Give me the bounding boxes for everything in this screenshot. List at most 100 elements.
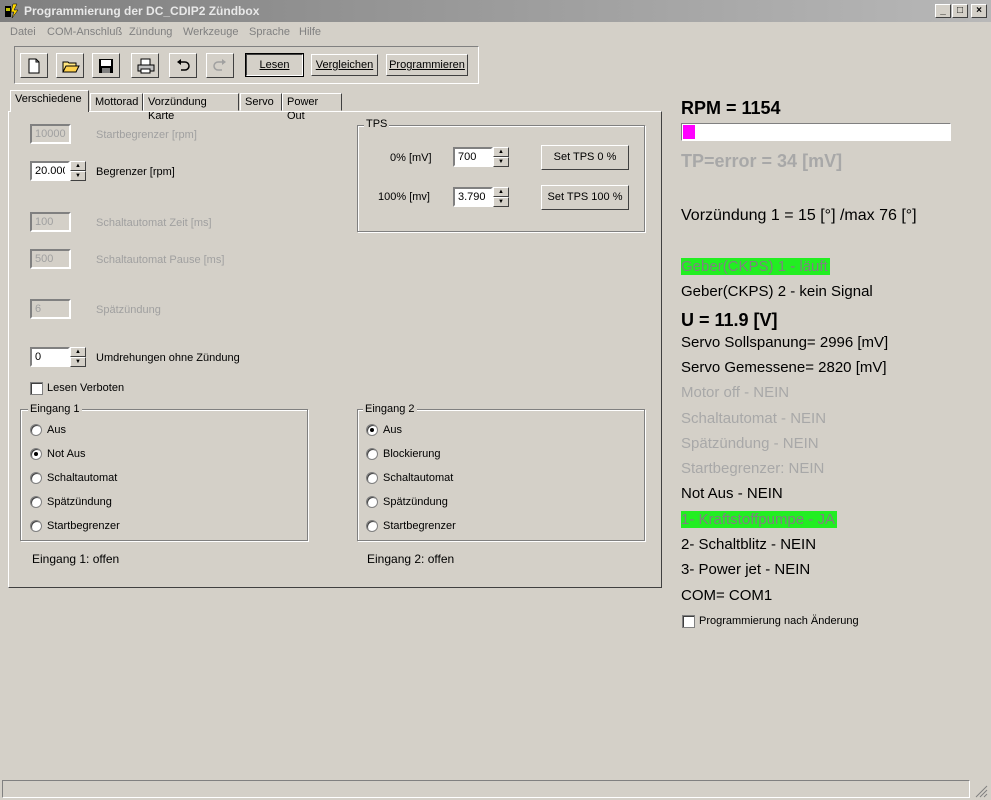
minimize-button[interactable]: _: [935, 4, 951, 18]
eingang1-radio-schaltautomat[interactable]: [30, 472, 42, 484]
tab-vorzuendung-karte[interactable]: Vorzündung Karte: [143, 93, 239, 122]
spaetzuendung-input[interactable]: [30, 299, 71, 319]
voltage-readout: U = 11.9 [V]: [681, 310, 778, 330]
com-status: COM= COM1: [681, 587, 773, 604]
menu-datei[interactable]: Datei: [10, 26, 36, 38]
eingang1-label-schaltautomat: Schaltautomat: [47, 472, 118, 484]
eingang2-radio-schaltautomat[interactable]: [366, 472, 378, 484]
menu-com-anschluss[interactable]: COM-Anschluß: [47, 26, 122, 38]
print-icon: [137, 58, 155, 74]
spin-up-icon[interactable]: ▲: [493, 147, 509, 157]
title-bar: Programmierung der DC_CDIP2 Zündbox _ □ …: [0, 0, 991, 22]
menu-hilfe[interactable]: Hilfe: [299, 26, 321, 38]
tab-power-out[interactable]: Power Out: [282, 93, 342, 122]
status-bar: [0, 778, 991, 800]
open-folder-icon: [62, 61, 80, 73]
redo-icon: [213, 59, 226, 71]
umdrehungen-spinner[interactable]: ▲ ▼: [70, 347, 86, 367]
eingang2-status: Eingang 2: offen: [367, 552, 455, 566]
motor-off-status: Motor off - NEIN: [681, 384, 790, 401]
menu-sprache[interactable]: Sprache: [249, 26, 290, 38]
spin-down-icon[interactable]: ▼: [493, 197, 509, 207]
eingang2-label-blockierung: Blockierung: [383, 448, 441, 460]
powerjet-status: 3- Power jet - NEIN: [681, 561, 811, 578]
eingang2-label-spaetzuendung: Spätzündung: [383, 496, 448, 508]
eingang2-title: Eingang 2: [363, 403, 417, 415]
programmieren-button[interactable]: Programmieren: [386, 54, 468, 76]
save-icon: [99, 59, 113, 73]
startbegrenzer-label: Startbegrenzer [rpm]: [96, 129, 197, 141]
umdrehungen-input[interactable]: [30, 347, 70, 367]
menu-zuendung[interactable]: Zündung: [129, 26, 172, 38]
tps-100-input[interactable]: [453, 187, 493, 207]
spaetzuendung-status: Spätzündung - NEIN: [681, 435, 819, 452]
rpm-progress-bar: [681, 123, 951, 141]
vergleichen-button[interactable]: Vergleichen: [311, 54, 378, 76]
schaltautomat-zeit-input[interactable]: [30, 212, 71, 232]
eingang2-label-aus: Aus: [383, 424, 402, 436]
tps-group-title: TPS: [364, 118, 390, 130]
eingang1-label-startbegrenzer: Startbegrenzer: [47, 520, 120, 532]
programmierung-nach-aenderung-label: Programmierung nach Änderung: [699, 615, 859, 627]
print-button[interactable]: [131, 53, 159, 78]
schaltautomat-pause-input[interactable]: [30, 249, 71, 269]
eingang2-radio-blockierung[interactable]: [366, 448, 378, 460]
new-file-button[interactable]: [20, 53, 48, 78]
lesen-button[interactable]: Lesen: [245, 53, 304, 77]
redo-button[interactable]: [206, 53, 234, 78]
menu-bar: Datei COM-Anschluß Zündung Werkzeuge Spr…: [0, 23, 991, 41]
status-bar-panel: [2, 780, 970, 798]
tps-group: [357, 125, 645, 232]
eingang2-label-startbegrenzer: Startbegrenzer: [383, 520, 456, 532]
tab-servo[interactable]: Servo: [240, 93, 282, 111]
spin-down-icon[interactable]: ▼: [70, 357, 86, 367]
spin-up-icon[interactable]: ▲: [493, 187, 509, 197]
eingang2-radio-spaetzuendung[interactable]: [366, 496, 378, 508]
begrenzer-label: Begrenzer [rpm]: [96, 166, 175, 178]
menu-werkzeuge[interactable]: Werkzeuge: [183, 26, 238, 38]
new-file-icon: [28, 58, 40, 74]
spin-down-icon[interactable]: ▼: [70, 171, 86, 181]
undo-button[interactable]: [169, 53, 197, 78]
schaltautomat-status: Schaltautomat - NEIN: [681, 410, 827, 427]
rpm-readout: RPM = 1154: [681, 98, 781, 118]
startbegrenzer-input[interactable]: [30, 124, 71, 144]
eingang1-radio-spaetzuendung[interactable]: [30, 496, 42, 508]
vorzuendung-readout: Vorzündung 1 = 15 [°] /max 76 [°]: [681, 207, 917, 224]
eingang2-radio-startbegrenzer[interactable]: [366, 520, 378, 532]
eingang1-radio-aus[interactable]: [30, 424, 42, 436]
eingang2-label-schaltautomat: Schaltautomat: [383, 472, 454, 484]
tps-100-label: 100% [mv]: [378, 191, 430, 203]
tab-mottorad[interactable]: Mottorad: [90, 93, 143, 111]
spaetzuendung-label: Spätzündung: [96, 304, 161, 316]
eingang1-status: Eingang 1: offen: [32, 552, 120, 566]
eingang1-radio-not-aus[interactable]: [30, 448, 42, 460]
eingang2-radio-aus[interactable]: [366, 424, 378, 436]
set-tps-100-button[interactable]: Set TPS 100 %: [541, 185, 629, 210]
tab-verschiedene[interactable]: Verschiedene: [10, 90, 89, 112]
lesen-verboten-checkbox[interactable]: [30, 382, 43, 395]
tps-0-label: 0% [mV]: [390, 152, 432, 164]
save-button[interactable]: [92, 53, 120, 78]
set-tps-0-button[interactable]: Set TPS 0 %: [541, 145, 629, 170]
spin-down-icon[interactable]: ▼: [493, 157, 509, 167]
tps-100-spinner[interactable]: ▲ ▼: [493, 187, 509, 207]
rpm-progress-fill: [683, 125, 695, 139]
tps-0-spinner[interactable]: ▲ ▼: [493, 147, 509, 167]
undo-icon: [177, 59, 190, 71]
spin-up-icon[interactable]: ▲: [70, 347, 86, 357]
maximize-button[interactable]: □: [952, 4, 968, 18]
resize-grip-icon[interactable]: [974, 784, 988, 798]
open-button[interactable]: [56, 53, 84, 78]
close-button[interactable]: ×: [971, 4, 987, 18]
geber2-status: Geber(CKPS) 2 - kein Signal: [681, 283, 873, 300]
begrenzer-input[interactable]: [30, 161, 70, 181]
begrenzer-spinner[interactable]: ▲ ▼: [70, 161, 86, 181]
eingang1-title: Eingang 1: [28, 403, 82, 415]
eingang1-radio-startbegrenzer[interactable]: [30, 520, 42, 532]
eingang1-label-aus: Aus: [47, 424, 66, 436]
geber1-status: Geber(CKPS) 1 - läuft: [681, 258, 830, 275]
programmierung-nach-aenderung-checkbox[interactable]: [682, 615, 695, 628]
spin-up-icon[interactable]: ▲: [70, 161, 86, 171]
tps-0-input[interactable]: [453, 147, 493, 167]
